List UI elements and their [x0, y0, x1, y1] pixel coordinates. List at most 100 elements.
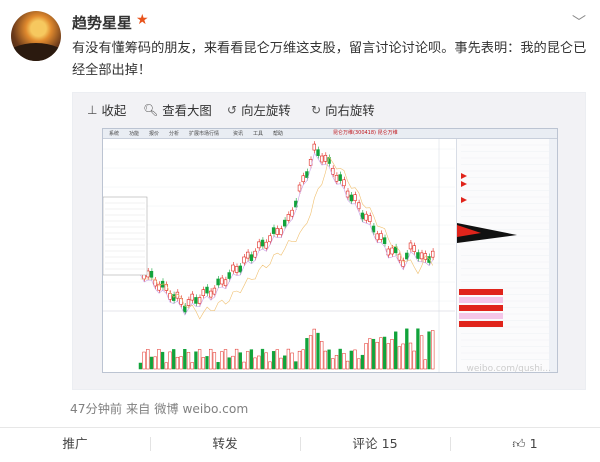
- comment-button[interactable]: 评论 15: [300, 428, 450, 462]
- volume-bar: [360, 354, 365, 370]
- volume-bar: [149, 356, 154, 370]
- volume-bar: [382, 336, 387, 370]
- candle-body: [279, 228, 283, 236]
- candle-body: [342, 179, 346, 187]
- rotate-right-label: 向右旋转: [325, 103, 375, 118]
- volume-bar: [342, 353, 346, 370]
- ma-line: [140, 152, 434, 316]
- candle-body: [238, 265, 242, 273]
- info-box: [103, 196, 148, 276]
- candle-body: [216, 278, 220, 286]
- promote-button[interactable]: 推广: [0, 428, 150, 462]
- volume-bar: [316, 332, 320, 370]
- scrollbar: [549, 139, 557, 372]
- candle-body: [320, 155, 324, 163]
- volume-bar: [286, 348, 291, 370]
- comment-label: 评论 15: [352, 436, 398, 451]
- volume-bar: [271, 351, 276, 370]
- volume-bar: [142, 351, 146, 370]
- rotate-right-button[interactable]: ↻ 向右旋转: [311, 101, 375, 119]
- volume-bar: [338, 348, 342, 370]
- candle-body: [301, 175, 305, 183]
- flag-marker: [461, 181, 467, 187]
- candle-body: [172, 294, 176, 301]
- menu-item: 报价: [149, 131, 160, 137]
- quote-sidebar-svg: [457, 139, 557, 372]
- volume-bar: [268, 361, 272, 370]
- candle-body: [234, 266, 239, 273]
- flag-marker: [461, 197, 467, 203]
- volume-bar: [246, 351, 250, 370]
- volume-bar: [227, 357, 231, 370]
- cost-bar: [459, 297, 503, 303]
- source-prefix: 来自: [125, 402, 151, 416]
- zoom-label: 查看大图: [162, 103, 212, 118]
- volume-bar: [297, 350, 302, 370]
- candle-body: [368, 215, 372, 222]
- candle-body: [209, 290, 213, 298]
- avatar[interactable]: [11, 11, 61, 61]
- candle-body: [212, 287, 217, 295]
- volume-bar: [160, 351, 165, 370]
- candle-body: [419, 252, 424, 260]
- candle-body: [349, 194, 353, 202]
- volume-bar: [386, 343, 390, 370]
- volume-bar: [260, 348, 265, 370]
- stock-screenshot-image[interactable]: 系统 功能 报价 分析 扩展市场行情 资讯 工具 帮助 昆仑万维(300418) 昆仑万维: [102, 128, 558, 373]
- volume-bar: [257, 355, 261, 370]
- candle-body: [430, 250, 435, 258]
- post-time[interactable]: 47分钟前: [70, 402, 122, 416]
- candle-body: [382, 237, 387, 244]
- repost-button[interactable]: 转发: [150, 428, 300, 462]
- rotate-left-label: 向左旋转: [241, 103, 291, 118]
- chevron-down-icon[interactable]: ﹀: [572, 12, 586, 32]
- volume-bar: [242, 361, 246, 370]
- rotate-left-icon: ↺: [227, 103, 238, 117]
- candle-body: [246, 251, 250, 259]
- volume-bar: [138, 362, 143, 370]
- candle-body: [231, 264, 235, 272]
- candle-body: [390, 247, 394, 255]
- watermark: weibo.com/qushi...: [466, 364, 551, 374]
- candle-body: [264, 241, 268, 249]
- candle-body: [194, 297, 198, 304]
- volume-bar: [331, 358, 335, 370]
- menu-item: 扩展市场行情: [189, 131, 220, 137]
- like-button[interactable]: 👍︎ 1: [450, 428, 600, 462]
- zoom-button[interactable]: 🔍︎ 查看大图: [143, 101, 212, 119]
- candle-body: [375, 233, 379, 241]
- candle-body: [312, 143, 316, 151]
- candle-body: [242, 256, 246, 264]
- media-toolbar: ⊥ 收起 🔍︎ 查看大图 ↺ 向左旋转 ↻ 向右旋转: [73, 93, 585, 127]
- collapse-button[interactable]: ⊥ 收起: [87, 101, 126, 119]
- rotate-right-icon: ↻: [311, 103, 322, 117]
- volume-bar: [368, 338, 372, 370]
- volume-bar: [283, 355, 287, 370]
- star-icon[interactable]: ★: [136, 12, 149, 28]
- volume-bar: [290, 352, 294, 370]
- cost-bar: [459, 321, 503, 327]
- candle-body: [249, 254, 254, 261]
- volume-bar: [179, 356, 183, 370]
- candle-body: [201, 289, 206, 296]
- post-text: 有没有懂筹码的朋友，来看看昆仑万维这支股，留言讨论讨论呗。事先表明：我的昆仑已经…: [72, 41, 587, 78]
- media-viewer: ⊥ 收起 🔍︎ 查看大图 ↺ 向左旋转 ↻ 向右旋转 系统 功能 报价 分析 扩展市场行…: [72, 92, 586, 390]
- volume-bar: [401, 343, 405, 370]
- search-icon: 🔍︎: [143, 103, 159, 117]
- kline-chart: [103, 139, 455, 372]
- candle-body: [260, 239, 265, 247]
- candle-body: [408, 242, 413, 250]
- candle-body: [275, 228, 279, 235]
- username[interactable]: 趋势星星: [72, 12, 132, 33]
- volume-bar: [323, 350, 328, 370]
- volume-bar: [168, 351, 172, 370]
- candle-body: [190, 293, 194, 301]
- volume-bar: [172, 349, 176, 370]
- candle-body: [205, 286, 209, 294]
- weibo-post: 趋势星星 ★ ﹀ 有没有懂筹码的朋友，来看看昆仑万维这支股，留言讨论讨论呗。事先…: [0, 0, 600, 462]
- volume-bar: [220, 351, 224, 370]
- volume-bar: [205, 356, 209, 370]
- rotate-left-button[interactable]: ↺ 向左旋转: [227, 101, 291, 119]
- post-source[interactable]: 微博 weibo.com: [154, 402, 248, 416]
- thumbs-up-icon: 👍︎: [512, 436, 526, 451]
